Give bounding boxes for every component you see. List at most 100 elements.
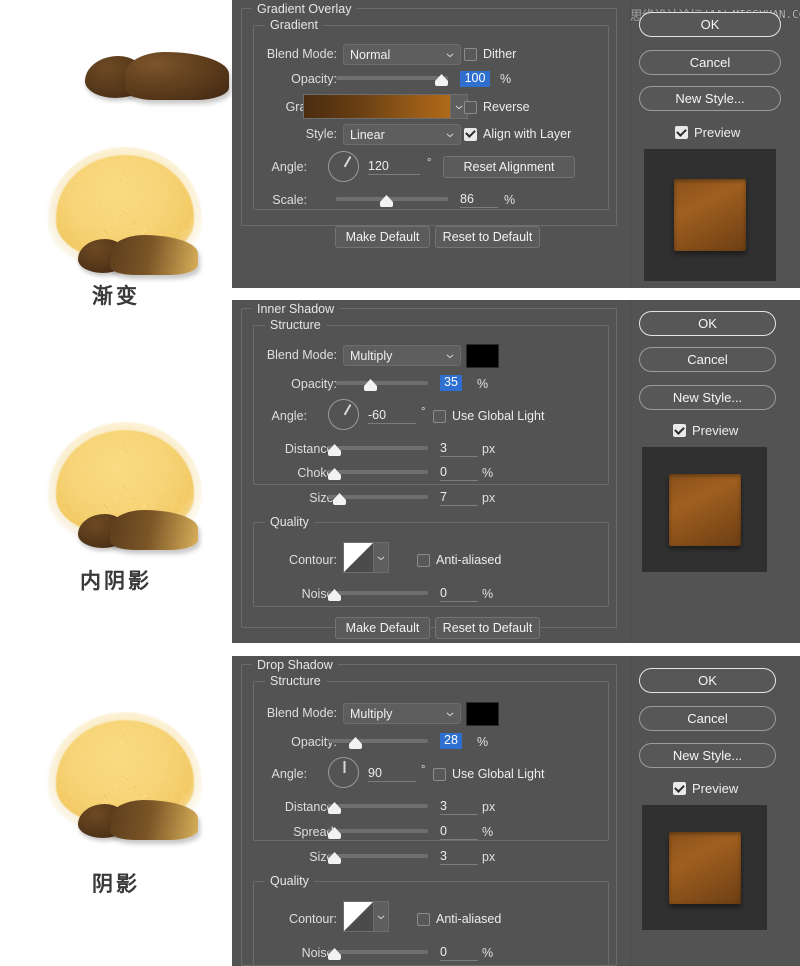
noise-slider[interactable] [328, 947, 428, 961]
choke-label: Choke: [297, 466, 337, 480]
blend-mode-select[interactable]: Normal [343, 44, 461, 65]
preview-label: Preview [694, 125, 741, 140]
contour-thumbnail[interactable] [343, 901, 374, 932]
distance-value[interactable]: 3 [440, 441, 478, 457]
use-global-light-checkbox[interactable]: Use Global Light [433, 767, 544, 781]
reset-alignment-button[interactable]: Reset Alignment [443, 156, 575, 178]
opacity-label: Opacity: [291, 735, 337, 749]
size-slider[interactable] [328, 851, 428, 865]
section-label-gradient: Gradient [265, 18, 323, 32]
contour-thumbnail[interactable] [343, 542, 374, 573]
style-select[interactable]: Linear [343, 124, 461, 145]
opacity-value[interactable]: 35 [440, 375, 462, 391]
preview-thumbnail [644, 149, 776, 281]
opacity-slider[interactable] [336, 73, 448, 87]
opacity-value[interactable]: 100 [460, 71, 490, 87]
angle-value[interactable]: 90 [368, 766, 416, 782]
blend-mode-select[interactable]: Multiply [343, 703, 461, 724]
checkbox-box [433, 409, 446, 423]
slider-track [328, 470, 428, 474]
distance-slider[interactable] [328, 443, 428, 457]
angle-dial[interactable] [328, 151, 359, 182]
angle-dial-hand [343, 155, 351, 167]
opacity-label: Opacity: [291, 377, 337, 391]
chevron-down-icon [377, 914, 385, 919]
opacity-slider[interactable] [328, 736, 428, 750]
anti-aliased-label: Anti-aliased [436, 553, 502, 567]
section-label-structure: Structure [265, 318, 326, 332]
choke-unit: % [482, 466, 494, 480]
ok-button[interactable]: OK [639, 668, 776, 693]
preview-checkbox[interactable]: Preview [673, 423, 738, 438]
preview-checkbox[interactable]: Preview [673, 781, 738, 796]
noise-value[interactable]: 0 [440, 945, 478, 961]
seed-shape-large [110, 510, 198, 550]
contour-dropdown-button[interactable] [374, 542, 389, 573]
dialog-drop-shadow: Drop Shadow Structure Blend Mode: Multip… [232, 656, 800, 966]
dither-checkbox[interactable]: Dither [464, 47, 516, 61]
anti-aliased-checkbox[interactable]: Anti-aliased [417, 912, 501, 926]
contour-label: Contour: [289, 553, 337, 567]
new-style-button[interactable]: New Style... [639, 743, 776, 768]
angle-value[interactable]: 120 [368, 159, 420, 175]
checkbox-box [673, 782, 686, 795]
angle-value[interactable]: -60 [368, 408, 416, 424]
opacity-slider[interactable] [336, 378, 428, 392]
preview-swatch [668, 831, 741, 904]
size-value[interactable]: 7 [440, 490, 478, 506]
distance-slider[interactable] [328, 801, 428, 815]
angle-label: Angle: [271, 409, 307, 423]
seed-shape-large [125, 52, 229, 100]
shadow-color-swatch[interactable] [466, 344, 499, 368]
shadow-color-swatch[interactable] [466, 702, 499, 726]
cancel-button[interactable]: Cancel [639, 347, 776, 372]
gradient-preview[interactable] [303, 94, 451, 119]
dialog-inner-shadow: Inner Shadow Structure Blend Mode: Multi… [232, 300, 800, 643]
checkbox-box [464, 100, 477, 114]
illustration-drop-shadow [42, 714, 204, 855]
contour-dropdown-button[interactable] [374, 901, 389, 932]
opacity-value[interactable]: 28 [440, 733, 462, 749]
reset-to-default-button[interactable]: Reset to Default [435, 617, 540, 639]
chevron-down-icon [446, 711, 454, 716]
slider-track [328, 829, 428, 833]
distance-label: Distance: [284, 800, 337, 814]
angle-dial[interactable] [328, 757, 359, 788]
cancel-button[interactable]: Cancel [639, 50, 781, 75]
scale-value[interactable]: 86 [460, 192, 498, 208]
noise-label: Noise: [301, 587, 337, 601]
dialog-title: Drop Shadow [252, 658, 338, 672]
preview-checkbox[interactable]: Preview [675, 125, 740, 140]
ok-button[interactable]: OK [639, 12, 781, 37]
size-slider[interactable] [328, 492, 428, 506]
section-label-quality: Quality [265, 515, 314, 529]
preview-swatch [674, 179, 746, 251]
use-global-light-checkbox[interactable]: Use Global Light [433, 409, 544, 423]
choke-slider[interactable] [328, 467, 428, 481]
reverse-checkbox[interactable]: Reverse [464, 100, 530, 114]
choke-value[interactable]: 0 [440, 465, 478, 481]
new-style-button[interactable]: New Style... [639, 385, 776, 410]
chevron-down-icon [446, 52, 454, 57]
preview-swatch [668, 473, 741, 546]
scale-slider[interactable] [336, 194, 448, 208]
anti-aliased-checkbox[interactable]: Anti-aliased [417, 553, 501, 567]
blend-mode-select[interactable]: Multiply [343, 345, 461, 366]
align-with-layer-checkbox[interactable]: Align with Layer [464, 127, 571, 141]
angle-dial[interactable] [328, 399, 359, 430]
checkbox-box [675, 126, 688, 139]
size-value[interactable]: 3 [440, 849, 478, 865]
spread-value[interactable]: 0 [440, 824, 478, 840]
make-default-button[interactable]: Make Default [335, 617, 430, 639]
noise-slider[interactable] [328, 588, 428, 602]
ok-button[interactable]: OK [639, 311, 776, 336]
slider-track [328, 804, 428, 808]
make-default-button[interactable]: Make Default [335, 226, 430, 248]
new-style-button[interactable]: New Style... [639, 86, 781, 111]
preview-thumbnail [642, 805, 767, 930]
reset-to-default-button[interactable]: Reset to Default [435, 226, 540, 248]
spread-slider[interactable] [328, 826, 428, 840]
noise-value[interactable]: 0 [440, 586, 478, 602]
cancel-button[interactable]: Cancel [639, 706, 776, 731]
distance-value[interactable]: 3 [440, 799, 478, 815]
